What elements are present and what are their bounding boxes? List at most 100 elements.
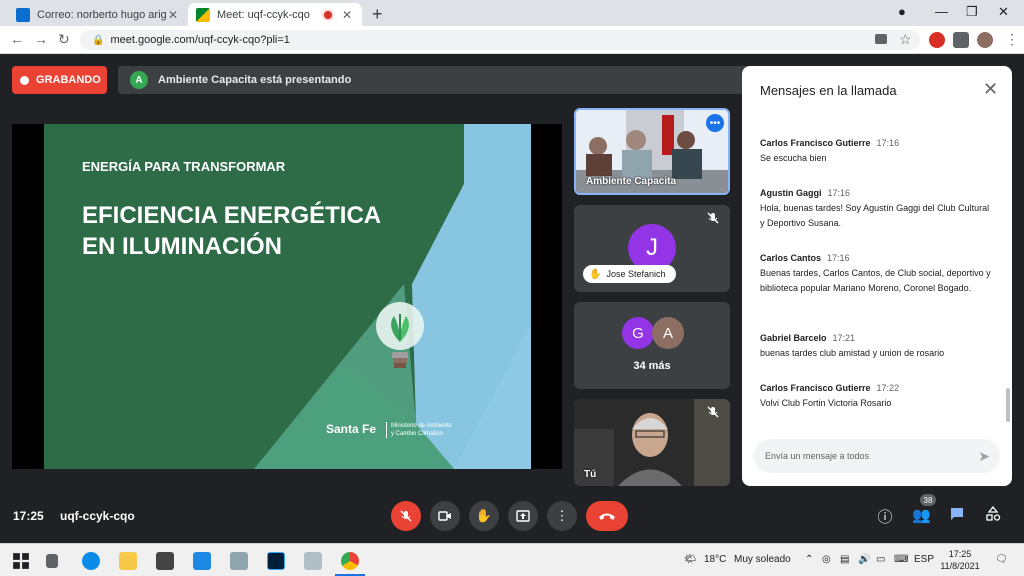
self-label: Tú — [584, 469, 597, 480]
weather-condition[interactable]: Muy soleado — [734, 554, 791, 565]
meet-area: GRABANDO A Ambiente Capacita está presen… — [0, 54, 1024, 542]
chat-message: Agustin Gaggi 17:16 Hola, buenas tardes! … — [760, 186, 992, 231]
meet-icon — [196, 7, 210, 22]
message-sender: Gabriel Barcelo — [760, 333, 827, 343]
message-sender: Carlos Francisco Gutierre — [760, 138, 871, 148]
tray-chevron-icon[interactable]: ⌃ — [805, 554, 813, 565]
edge-icon[interactable] — [82, 552, 100, 570]
recording-badge: GRABANDO — [12, 66, 107, 94]
system-clock[interactable]: 17:25 11/8/2021 — [935, 548, 985, 572]
volume-icon[interactable]: 🔊 — [858, 554, 870, 565]
send-icon[interactable]: ➤ — [978, 448, 990, 465]
chat-input[interactable]: Envía un mensaje a todos ➤ — [754, 439, 1000, 473]
ime-icon[interactable]: ▭ — [876, 554, 885, 565]
chat-panel: Mensajes en la llamada ✕ Carlos Francisc… — [742, 66, 1012, 486]
meeting-time: 17:25 — [13, 509, 44, 523]
recording-indicator-icon — [324, 10, 332, 19]
close-icon[interactable]: ✕ — [983, 79, 998, 100]
more-options-button[interactable]: ⋮ — [547, 501, 577, 531]
message-text: Hola, buenas tardes! Soy Agustín Gaggi d… — [760, 203, 990, 228]
temperature[interactable]: 18°C — [704, 554, 726, 565]
tab-meet[interactable]: Meet: uqf-ccyk-cqo ✕ — [188, 3, 362, 26]
close-tab-icon[interactable]: ✕ — [166, 8, 180, 22]
chat-title: Mensajes en la llamada — [760, 83, 897, 98]
photoshop-icon[interactable] — [267, 552, 285, 570]
ministry-label: Ministerio de Ambiente y Cambio Climátic… — [386, 422, 452, 438]
close-tab-icon[interactable]: ✕ — [340, 8, 354, 22]
back-icon[interactable]: ← — [10, 31, 24, 47]
meeting-code: uqf-ccyk-cqo — [60, 509, 135, 523]
chat-message: Carlos Francisco Gutierre 17:22 Volvi Clu… — [760, 381, 992, 411]
present-screen-icon — [516, 510, 530, 522]
message-time: 17:21 — [832, 333, 856, 343]
ministry-line1: Ministerio de Ambiente — [391, 423, 452, 429]
participant-count-badge: 38 — [920, 494, 936, 506]
system-date: 11/8/2021 — [940, 561, 980, 571]
menu-icon[interactable]: ⋮ — [1005, 31, 1019, 48]
forward-icon[interactable]: → — [34, 31, 48, 47]
raise-hand-button[interactable]: ✋ — [469, 501, 499, 531]
chat-message: Carlos Francisco Gutierre 17:16 Se escuch… — [760, 136, 992, 166]
self-view-tile[interactable]: Tú — [574, 399, 730, 486]
keyboard-icon[interactable]: ⌨ — [894, 554, 908, 565]
tab-title: Meet: uqf-ccyk-cqo — [217, 8, 310, 21]
ministry-line2: y Cambio Climático — [391, 431, 443, 437]
file-explorer-icon[interactable] — [119, 552, 137, 570]
present-button[interactable] — [508, 501, 538, 531]
santa-fe-logo: Santa Fe — [326, 422, 377, 436]
address-bar-row: ← → ↻ 🔒 meet.google.com/uqf-ccyk-cqo?pli… — [0, 26, 1024, 54]
participants-icon[interactable]: 👥 — [912, 506, 931, 524]
chat-message: Carlos Cantos 17:16 Buenas tardes, Carlos… — [760, 251, 992, 296]
language-indicator[interactable]: ESP — [914, 554, 934, 565]
slide-title: EFICIENCIA ENERGÉTICA EN ILUMINACIÓN — [82, 200, 381, 262]
browser-tab-bar: Correo: norberto hugo arigone - ✕ Meet: … — [0, 0, 1024, 26]
tab-correo[interactable]: Correo: norberto hugo arigone - ✕ — [8, 3, 188, 26]
minimize-icon[interactable]: — — [935, 4, 948, 19]
close-window-icon[interactable]: ✕ — [998, 4, 1009, 20]
camera-toggle-button[interactable] — [430, 501, 460, 531]
message-sender: Agustin Gaggi — [760, 188, 822, 198]
participant-tile-jose[interactable]: J ✋ Jose Stefanich — [574, 205, 730, 292]
mic-off-icon — [706, 405, 722, 421]
extensions-icon[interactable] — [953, 32, 969, 48]
mic-toggle-button[interactable] — [391, 501, 421, 531]
paint-icon[interactable] — [304, 552, 322, 570]
chat-scrollbar[interactable] — [1006, 388, 1010, 422]
star-icon[interactable]: ☆ — [899, 31, 912, 48]
new-tab-button[interactable]: + — [372, 4, 383, 25]
chat-input-placeholder: Envía un mensaje a todos — [765, 451, 870, 461]
profile-down-icon[interactable]: ● — [898, 4, 906, 19]
message-sender: Carlos Cantos — [760, 253, 822, 263]
profile-avatar[interactable] — [977, 32, 993, 48]
notifications-icon[interactable]: 🗨 — [995, 554, 1008, 565]
camera-icon[interactable] — [875, 34, 887, 44]
activities-icon[interactable] — [984, 505, 1002, 524]
chat-icon[interactable] — [948, 506, 966, 524]
windows-start-icon[interactable] — [12, 552, 30, 570]
participant-avatar-a: A — [652, 317, 684, 349]
record-icon — [20, 75, 29, 85]
reload-icon[interactable]: ↻ — [58, 31, 70, 48]
network-icon[interactable]: ◎ — [822, 554, 831, 565]
presenter-avatar: A — [130, 71, 148, 89]
info-icon[interactable]: ⓘ — [876, 506, 894, 526]
leave-call-button[interactable] — [586, 501, 628, 531]
more-participants-tile[interactable]: G A 34 más — [574, 302, 730, 389]
task-view-icon[interactable] — [46, 554, 58, 568]
chrome-icon[interactable] — [341, 552, 359, 570]
more-options-icon[interactable]: ••• — [706, 114, 724, 132]
message-time: 17:22 — [876, 383, 900, 393]
presentation-view[interactable]: ENERGÍA PARA TRANSFORMAR EFICIENCIA ENER… — [12, 124, 562, 469]
maximize-icon[interactable]: ❐ — [966, 4, 978, 20]
participant-tile-ambiente[interactable]: ••• Ambiente Capacita — [574, 108, 730, 195]
url-field[interactable]: 🔒 meet.google.com/uqf-ccyk-cqo?pli=1 — [80, 30, 920, 50]
adblock-icon[interactable] — [929, 32, 945, 48]
recording-label: GRABANDO — [36, 74, 101, 86]
app-icon[interactable] — [230, 552, 248, 570]
l-app-icon[interactable] — [193, 552, 211, 570]
store-icon[interactable] — [156, 552, 174, 570]
message-time: 17:16 — [827, 253, 850, 263]
message-text: Volvi Club Fortin Victoria Rosario — [760, 398, 892, 408]
printer-icon[interactable]: ▤ — [840, 554, 849, 565]
raised-hand-chip: ✋ Jose Stefanich — [583, 265, 676, 283]
